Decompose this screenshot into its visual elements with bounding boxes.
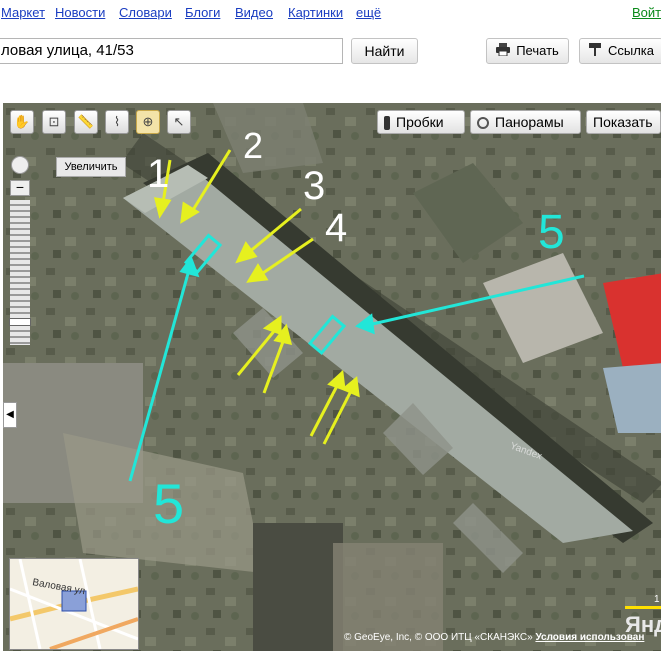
nav-link-dictionaries[interactable]: Словари: [119, 5, 172, 20]
printer-icon: [496, 40, 511, 64]
cyan-marker-box: [307, 314, 347, 356]
yellow-arrow: [322, 388, 354, 445]
route-icon: ⌇: [113, 114, 121, 129]
pin-icon: [588, 40, 602, 64]
scale-bar: [625, 606, 661, 609]
annotation-label-3: 3: [303, 164, 325, 208]
route-tool-button[interactable]: ⌇: [105, 110, 129, 134]
zoom-control: −: [9, 156, 32, 345]
show-layers-button[interactable]: Показать: [586, 110, 661, 134]
minimap-streets: Валовая ул: [10, 559, 138, 649]
annotation-label-2: 2: [243, 125, 263, 166]
panoramas-button[interactable]: Панорамы: [470, 110, 581, 134]
nav-link-blogs[interactable]: Блоги: [185, 5, 220, 20]
yellow-arrow: [236, 329, 277, 376]
panorama-icon: [477, 117, 489, 130]
annotation-label-5b: 5: [153, 472, 184, 535]
show-label: Показать: [593, 114, 653, 130]
zoom-slider-handle[interactable]: [9, 318, 31, 326]
magnify-icon: ⊕: [142, 114, 154, 129]
nav-link-news[interactable]: Новости: [55, 5, 105, 20]
search-button[interactable]: Найти: [351, 38, 418, 64]
copyright-text: © GeoEye, Inc, © ООО ИТЦ «СКАНЭКС»: [344, 632, 533, 643]
zoom-out-button[interactable]: −: [10, 180, 30, 196]
hand-tool-button[interactable]: ✋: [10, 110, 34, 134]
scale-value: 1: [654, 594, 660, 605]
overview-minimap[interactable]: Валовая ул: [9, 558, 139, 650]
print-label: Печать: [516, 43, 559, 58]
search-input[interactable]: ловая улица, 41/53: [0, 38, 343, 64]
link-label: Ссылка: [607, 43, 655, 58]
nav-link-more[interactable]: ещё: [356, 5, 381, 20]
copyright: © GeoEye, Inc, © ООО ИТЦ «СКАНЭКС» Услов…: [344, 632, 644, 643]
search-button-label: Найти: [364, 43, 405, 59]
annotation-label-5a: 5: [538, 206, 565, 259]
panoramas-label: Панорамы: [495, 114, 564, 130]
print-button[interactable]: Печать: [486, 38, 569, 64]
cyan-arrow: [367, 274, 585, 327]
yellow-arrow: [247, 207, 302, 255]
annotation-label-4: 4: [325, 206, 347, 250]
traffic-label: Пробки: [396, 114, 444, 130]
map-watermark: Yandex: [508, 441, 543, 463]
info-pointer-button[interactable]: ↖: [167, 110, 191, 134]
traffic-button[interactable]: Пробки: [377, 110, 465, 134]
pointer-question-icon: ↖: [173, 114, 185, 129]
yellow-arrow: [309, 383, 340, 437]
magnify-tool-button[interactable]: ⊕: [136, 110, 160, 134]
zoom-tooltip: Увеличить: [56, 157, 126, 177]
nav-link-market[interactable]: Маркет: [1, 5, 45, 20]
magnifier-area-icon: ⊡: [48, 114, 60, 129]
terms-link[interactable]: Условия использован: [535, 632, 644, 643]
zoom-slider[interactable]: [9, 200, 31, 345]
ruler-tool-button[interactable]: 📏: [74, 110, 98, 134]
nav-link-video[interactable]: Видео: [235, 5, 273, 20]
login-link[interactable]: Войт: [632, 5, 661, 20]
annotation-label-1: 1: [147, 152, 169, 196]
nav-link-images[interactable]: Картинки: [288, 5, 343, 20]
top-navigation: Маркет Новости Словари Блоги Видео Карти…: [0, 0, 661, 30]
ruler-icon: 📏: [77, 114, 95, 129]
cyan-arrow: [128, 269, 191, 482]
yellow-arrow: [259, 237, 314, 277]
traffic-light-icon: [384, 116, 390, 131]
yellow-arrow: [191, 149, 232, 211]
link-button[interactable]: Ссылка: [579, 38, 661, 64]
collapse-panel-tab[interactable]: ◀: [3, 402, 17, 428]
locate-icon[interactable]: [11, 156, 29, 174]
hand-icon: ✋: [13, 114, 31, 129]
yellow-arrow: [262, 338, 286, 394]
zoom-area-tool-button[interactable]: ⊡: [42, 110, 66, 134]
